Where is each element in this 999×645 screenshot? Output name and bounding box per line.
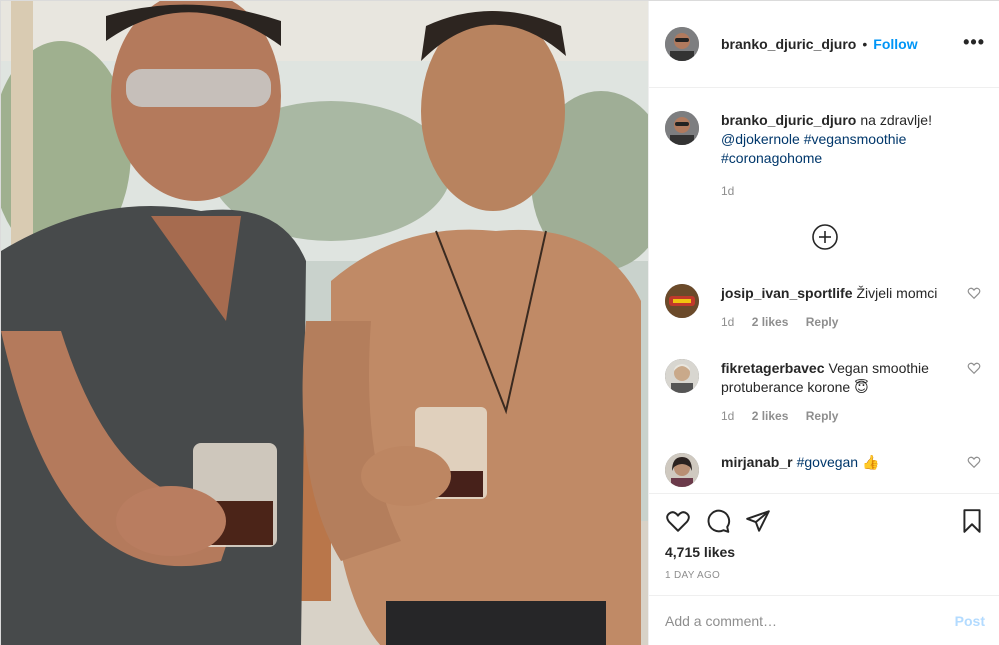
heart-icon[interactable] <box>967 286 981 300</box>
follow-button[interactable]: Follow <box>873 36 917 52</box>
like-heart-icon[interactable] <box>665 508 691 534</box>
author-username[interactable]: branko_djuric_djuro <box>721 36 856 52</box>
caption: branko_djuric_djuro na zdravlje! @djokern… <box>665 111 985 201</box>
comment-meta: 1d 2 likes Reply <box>721 313 971 332</box>
comment-icon[interactable] <box>705 508 731 534</box>
more-options-icon[interactable]: ••• <box>963 33 985 51</box>
comment-likes[interactable]: 2 likes <box>752 315 789 329</box>
list-item: josip_ivan_sportlife Živjeli momci 1d 2 l… <box>665 284 985 344</box>
comment-input[interactable] <box>665 613 955 629</box>
hashtag-link[interactable]: #govegan <box>797 454 859 470</box>
hashtag-link[interactable]: #vegansmoothie <box>804 131 907 147</box>
share-icon[interactable] <box>745 508 771 534</box>
post-photo[interactable] <box>1 1 648 645</box>
photo-image <box>1 1 648 645</box>
comment-text: Živjeli momci <box>856 285 938 301</box>
hashtag-link[interactable]: #coronagohome <box>721 150 822 166</box>
comment-username[interactable]: josip_ivan_sportlife <box>721 285 852 301</box>
bookmark-icon[interactable] <box>959 508 985 534</box>
caption-text: na zdravlje! <box>860 112 932 128</box>
caption-body: branko_djuric_djuro na zdravlje! @djokern… <box>721 111 971 201</box>
comment-username[interactable]: mirjanab_r <box>721 454 793 470</box>
caption-meta: 1d <box>721 182 971 201</box>
caption-time: 1d <box>721 184 735 198</box>
comment-time: 1d <box>721 409 735 423</box>
separator-dot: • <box>862 36 868 52</box>
comment-likes[interactable]: 2 likes <box>752 409 789 423</box>
comment-username[interactable]: fikretagerbavec <box>721 360 825 376</box>
post-header: branko_djuric_djuro • Follow ••• <box>649 1 999 88</box>
post-actions: 4,715 likes 1 DAY AGO <box>649 493 999 595</box>
caption-avatar[interactable] <box>665 111 699 145</box>
commenter-avatar[interactable] <box>665 453 699 487</box>
comment-body: fikretagerbavec Vegan smoothie protuberan… <box>721 359 971 426</box>
add-comment-bar: Post <box>649 595 999 645</box>
likes-count[interactable]: 4,715 likes <box>665 544 735 560</box>
reply-button[interactable]: Reply <box>806 409 839 423</box>
commenter-avatar[interactable] <box>665 359 699 393</box>
commenter-avatar[interactable] <box>665 284 699 318</box>
author-avatar[interactable] <box>665 27 699 61</box>
post-side-panel: branko_djuric_djuro • Follow ••• branko_… <box>648 1 999 645</box>
post-comment-button[interactable]: Post <box>955 613 985 629</box>
action-icons <box>665 508 771 534</box>
instagram-post: branko_djuric_djuro • Follow ••• branko_… <box>0 0 999 645</box>
mention-link[interactable]: @djokernole <box>721 131 800 147</box>
comment-body: mirjanab_r #govegan 👍 <box>721 453 971 472</box>
plus-circle-icon[interactable] <box>811 223 839 251</box>
comments-list: branko_djuric_djuro na zdravlje! @djokern… <box>649 89 999 493</box>
comment-body: josip_ivan_sportlife Živjeli momci 1d 2 l… <box>721 284 971 332</box>
caption-username[interactable]: branko_djuric_djuro <box>721 112 856 128</box>
comment-time: 1d <box>721 315 735 329</box>
thumbs-up-emoji: 👍 <box>862 454 880 470</box>
list-item: mirjanab_r #govegan 👍 <box>665 453 985 493</box>
comment-meta: 1d 2 likes Reply <box>721 407 971 426</box>
post-timestamp: 1 DAY AGO <box>665 570 721 581</box>
heart-icon[interactable] <box>967 455 981 469</box>
list-item: fikretagerbavec Vegan smoothie protuberan… <box>665 359 985 439</box>
reply-button[interactable]: Reply <box>806 315 839 329</box>
heart-icon[interactable] <box>967 361 981 375</box>
